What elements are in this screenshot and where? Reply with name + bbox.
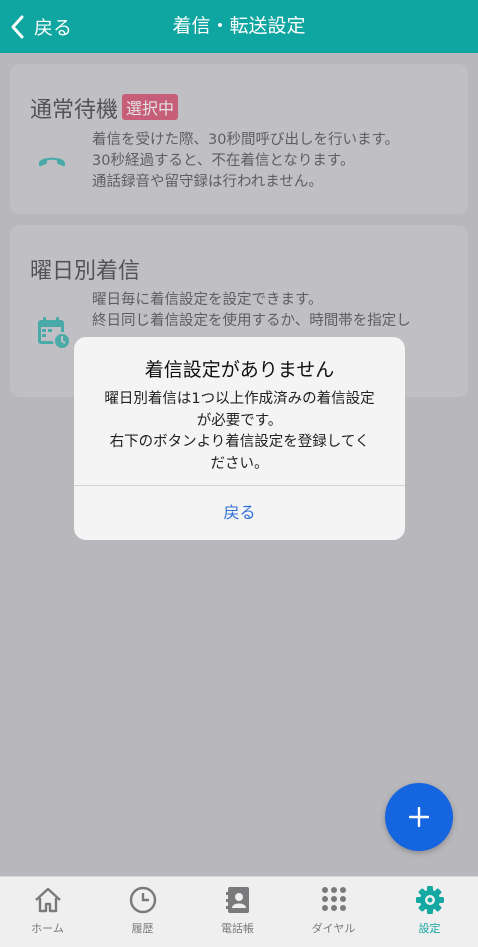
tab-label: 電話帳 bbox=[221, 922, 254, 935]
plus-icon bbox=[409, 807, 429, 827]
alert-dialog: 着信設定がありません 曜日別着信は1つ以上作成済みの着信設定 が必要です。 右下… bbox=[74, 337, 405, 540]
contacts-book-icon bbox=[226, 887, 249, 913]
dialog-title: 着信設定がありません bbox=[144, 359, 335, 381]
bottom-tab-bar: ホーム 履歴 電話帳 ダイヤル 設定 bbox=[0, 876, 478, 947]
tab-label: 設定 bbox=[418, 922, 441, 935]
tab-label: ホーム bbox=[31, 922, 64, 935]
tab-label: ダイヤル bbox=[311, 922, 356, 935]
dialog-line: が必要です。 bbox=[196, 412, 283, 429]
dialog-message: 曜日別着信は1つ以上作成済みの着信設定 が必要です。 右下のボタンより着信設定を… bbox=[86, 389, 393, 475]
header-bar: 戻る 着信・転送設定 bbox=[0, 0, 478, 53]
tab-history[interactable]: 履歴 bbox=[95, 877, 190, 947]
clock-icon bbox=[129, 886, 157, 914]
dialog-back-button[interactable]: 戻る bbox=[74, 486, 405, 540]
dialog-line: 右下のボタンより着信設定を登録してく bbox=[109, 434, 370, 450]
page-title: 着信・転送設定 bbox=[172, 15, 306, 37]
home-icon bbox=[35, 887, 61, 913]
dialpad-icon bbox=[322, 887, 346, 911]
dialog-line: ださい。 bbox=[210, 455, 269, 472]
tab-settings[interactable]: 設定 bbox=[382, 877, 477, 947]
tab-dialpad[interactable]: ダイヤル bbox=[286, 877, 381, 947]
tab-contacts[interactable]: 電話帳 bbox=[190, 877, 285, 947]
dialog-line: 曜日別着信は1つ以上作成済みの着信設定 bbox=[104, 391, 375, 407]
tab-label: 履歴 bbox=[131, 922, 154, 935]
tab-home[interactable]: ホーム bbox=[0, 877, 95, 947]
add-button[interactable] bbox=[385, 783, 453, 851]
gear-icon bbox=[416, 886, 444, 914]
